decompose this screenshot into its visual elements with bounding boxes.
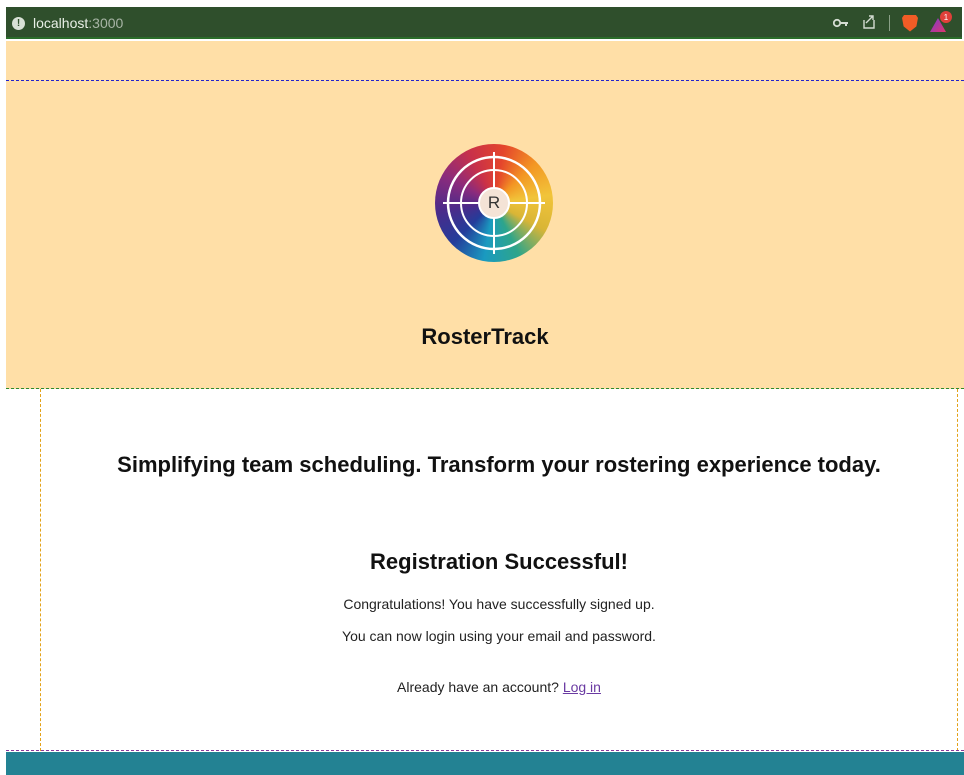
login-prompt: Already have an account?: [397, 679, 559, 695]
hero-header: R RosterTrack: [6, 41, 964, 389]
login-link[interactable]: Log in: [563, 679, 601, 695]
footer: [6, 752, 964, 775]
footer-divider: [6, 750, 964, 751]
share-icon[interactable]: [861, 14, 877, 32]
url-port: :3000: [88, 15, 124, 31]
brave-shields-icon[interactable]: [902, 14, 918, 32]
brand-name: RosterTrack: [421, 324, 549, 349]
tagline: Simplifying team scheduling. Transform y…: [117, 452, 881, 477]
browser-address-bar: ! localhost:3000 1: [6, 7, 962, 39]
header-divider: [6, 80, 964, 81]
url-host: localhost: [33, 15, 89, 31]
login-prompt-line: Already have an account? Log in: [41, 679, 957, 695]
key-icon[interactable]: [832, 16, 849, 30]
brave-rewards-icon[interactable]: 1: [930, 11, 952, 32]
logo-letter: R: [487, 193, 501, 212]
toolbar-separator: [889, 15, 890, 31]
success-message: Congratulations! You have successfully s…: [343, 596, 655, 612]
browser-toolbar: 1: [832, 11, 952, 34]
rewards-badge: 1: [940, 11, 952, 23]
url-field[interactable]: ! localhost:3000: [12, 12, 123, 34]
login-instructions: You can now login using your email and p…: [342, 628, 656, 644]
registration-success-title: Registration Successful!: [370, 549, 628, 574]
info-icon[interactable]: !: [12, 16, 25, 30]
main-content: Simplifying team scheduling. Transform y…: [40, 389, 958, 751]
rostertrack-logo: R: [435, 144, 553, 262]
